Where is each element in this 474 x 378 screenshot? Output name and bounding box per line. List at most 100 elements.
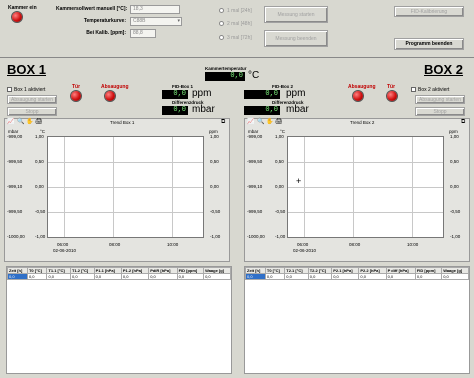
tick-label: -1000,00 — [247, 234, 265, 239]
end-measurement-button[interactable]: Messung beenden — [264, 30, 328, 47]
gridline — [412, 137, 413, 237]
chamber-temp-label: Kammertemperatur — [205, 66, 247, 71]
trend1-plot-area[interactable] — [47, 136, 204, 238]
pan-icon[interactable]: ✋ — [266, 119, 273, 126]
box1-door-label: Tür — [72, 84, 81, 90]
tick-label: 0,00 — [450, 184, 459, 189]
box2-suction-label: Absaugung — [348, 84, 376, 90]
table-cell[interactable]: 0,0 — [441, 273, 469, 280]
maximize-icon[interactable]: ⧉ — [221, 119, 225, 126]
radio-72h[interactable] — [219, 35, 224, 40]
table-cell[interactable]: 0,0 — [93, 273, 122, 280]
dp2-unit: mbar — [286, 104, 309, 115]
gridline — [303, 137, 305, 237]
tick-label: 0,50 — [450, 159, 459, 164]
fid2-unit: ppm — [286, 88, 306, 99]
table-cell[interactable]: 0,0 — [46, 273, 71, 280]
tick-label: -1,00 — [450, 234, 461, 239]
setpoint-label: Kammersollwert manuell [°C]: — [56, 6, 128, 12]
fid-calibration-button[interactable]: FID-Kalibrierung — [394, 6, 464, 17]
print-icon[interactable]: 🖨 — [35, 119, 43, 126]
table-cell[interactable]: 0,0 — [245, 273, 266, 280]
radio-24h[interactable] — [219, 8, 224, 13]
box1-active-checkbox[interactable] — [7, 87, 12, 92]
table2: Zeit [h] T0 [°C] T2.1 [°C] T2.2 [°C] P2.… — [245, 267, 469, 280]
tick-label: -1,00 — [35, 234, 46, 239]
tick-label: -1,00 — [210, 234, 221, 239]
tick-label: -999,10 — [7, 184, 23, 189]
table-cell[interactable]: 0,0 — [148, 273, 178, 280]
table-cell[interactable]: 0,0 — [358, 273, 387, 280]
table-cell[interactable]: 0,0 — [203, 273, 231, 280]
tick-label: -0,50 — [450, 209, 461, 214]
curve-label: Temperaturkurve: — [83, 18, 126, 24]
box1-title: BOX 1 — [7, 62, 47, 77]
box2-door-label: Tür — [387, 84, 396, 90]
chart-icon[interactable]: 📈 — [7, 119, 14, 126]
trend2-panel: 📈 🔍 ✋ 🖨 Trend Box 2 ⧉ mbar °C ppm -999,0… — [244, 118, 470, 262]
trend1-panel: 📈 🔍 ✋ 🖨 Trend Box 1 ⧉ mbar °C ppm -999,0… — [4, 118, 230, 262]
box1-suction-start-button[interactable]: Absaugung starten — [7, 95, 57, 104]
tick-label: 1,00 — [450, 134, 459, 139]
gridline — [113, 137, 115, 237]
box2-active-checkbox[interactable] — [411, 87, 416, 92]
table-cell[interactable]: 0,0 — [26, 273, 48, 280]
gridline — [172, 137, 173, 237]
table-cell[interactable]: 0,0 — [284, 273, 309, 280]
setpoint-field[interactable]: 18,3 — [130, 5, 180, 14]
tick-label: -999,00 — [7, 134, 23, 139]
chamber-temp-unit: °C — [248, 70, 260, 81]
kammer-ein-label: Kammer ein — [8, 5, 37, 11]
radio-24h-label: 1 mal [24h] — [227, 8, 252, 14]
box2-title: BOX 2 — [424, 62, 464, 77]
calib-label: Bei Kalib. [ppm]: — [86, 30, 126, 36]
tick-label: -999,50 — [247, 159, 263, 164]
table-cell[interactable]: 0,0 — [120, 273, 150, 280]
box2-stop-button[interactable]: Stopp — [415, 107, 465, 116]
table1-container[interactable]: Zeit [h] T0 [°C] T1.1 [°C] T1.2 [°C] P1.… — [6, 266, 232, 374]
table-row[interactable]: 0,0 0,0 0,0 0,0 0,0 0,0 0,0 0,0 0,0 — [7, 273, 231, 280]
start-measurement-button[interactable]: Messung starten — [264, 6, 328, 23]
tick-label: -1000,00 — [7, 234, 25, 239]
tick-label: 0,50 — [210, 159, 219, 164]
table-cell[interactable]: 0,0 — [264, 273, 286, 280]
chart-icon[interactable]: 📈 — [247, 119, 254, 126]
fid2-display: 0,0 — [244, 90, 280, 99]
tick-label: -0,50 — [210, 209, 221, 214]
radio-48h[interactable] — [219, 21, 224, 26]
x-axis-date: 02-06-2010 — [53, 248, 77, 253]
zoom-icon[interactable]: 🔍 — [17, 119, 24, 126]
gridline — [288, 212, 443, 213]
fid1-label: FID-Box 1 — [172, 84, 194, 89]
pan-icon[interactable]: ✋ — [26, 119, 33, 126]
tick-label: 0,00 — [275, 184, 284, 189]
zoom-icon[interactable]: 🔍 — [257, 119, 264, 126]
kammer-led[interactable] — [12, 12, 22, 22]
print-icon[interactable]: 🖨 — [275, 119, 283, 126]
calib-field[interactable]: 88,8 — [130, 29, 156, 38]
table-cell[interactable]: 0,0 — [176, 273, 205, 280]
box1-stop-button[interactable]: Stopp — [7, 107, 57, 116]
trend2-plot-area[interactable]: + — [287, 136, 444, 238]
program-end-button[interactable]: Programm beenden — [394, 38, 464, 50]
table-cell[interactable]: 0,0 — [70, 273, 95, 280]
curve-select[interactable]: C88B ▾ — [130, 17, 182, 26]
tick-label: -999,00 — [247, 134, 263, 139]
box2-suction-start-button[interactable]: Absaugung starten — [415, 95, 465, 104]
table2-container[interactable]: Zeit [h] T0 [°C] T2.1 [°C] T2.2 [°C] P2.… — [244, 266, 470, 374]
table-cell[interactable]: 0,0 — [414, 273, 443, 280]
table-cell[interactable]: 0,0 — [307, 273, 333, 280]
x-tick-label: 08:00 — [349, 242, 361, 247]
maximize-icon[interactable]: ⧉ — [461, 119, 465, 126]
radio-48h-label: 2 mal [48h] — [227, 21, 252, 27]
box2-active-label: Box 2 aktiviert — [418, 87, 450, 93]
table-cell[interactable]: 0,0 — [331, 273, 360, 280]
table-row[interactable]: 0,0 0,0 0,0 0,0 0,0 0,0 0,0 0,0 0,0 — [245, 273, 469, 280]
tick-label: -0,50 — [35, 209, 46, 214]
table-cell[interactable]: 0,0 — [7, 273, 28, 280]
dp1-unit: mbar — [192, 104, 215, 115]
table-cell[interactable]: 0,0 — [385, 273, 416, 280]
gridline — [288, 162, 443, 163]
box1-door-led — [71, 91, 81, 101]
x-tick-label: 10:00 — [407, 242, 419, 247]
